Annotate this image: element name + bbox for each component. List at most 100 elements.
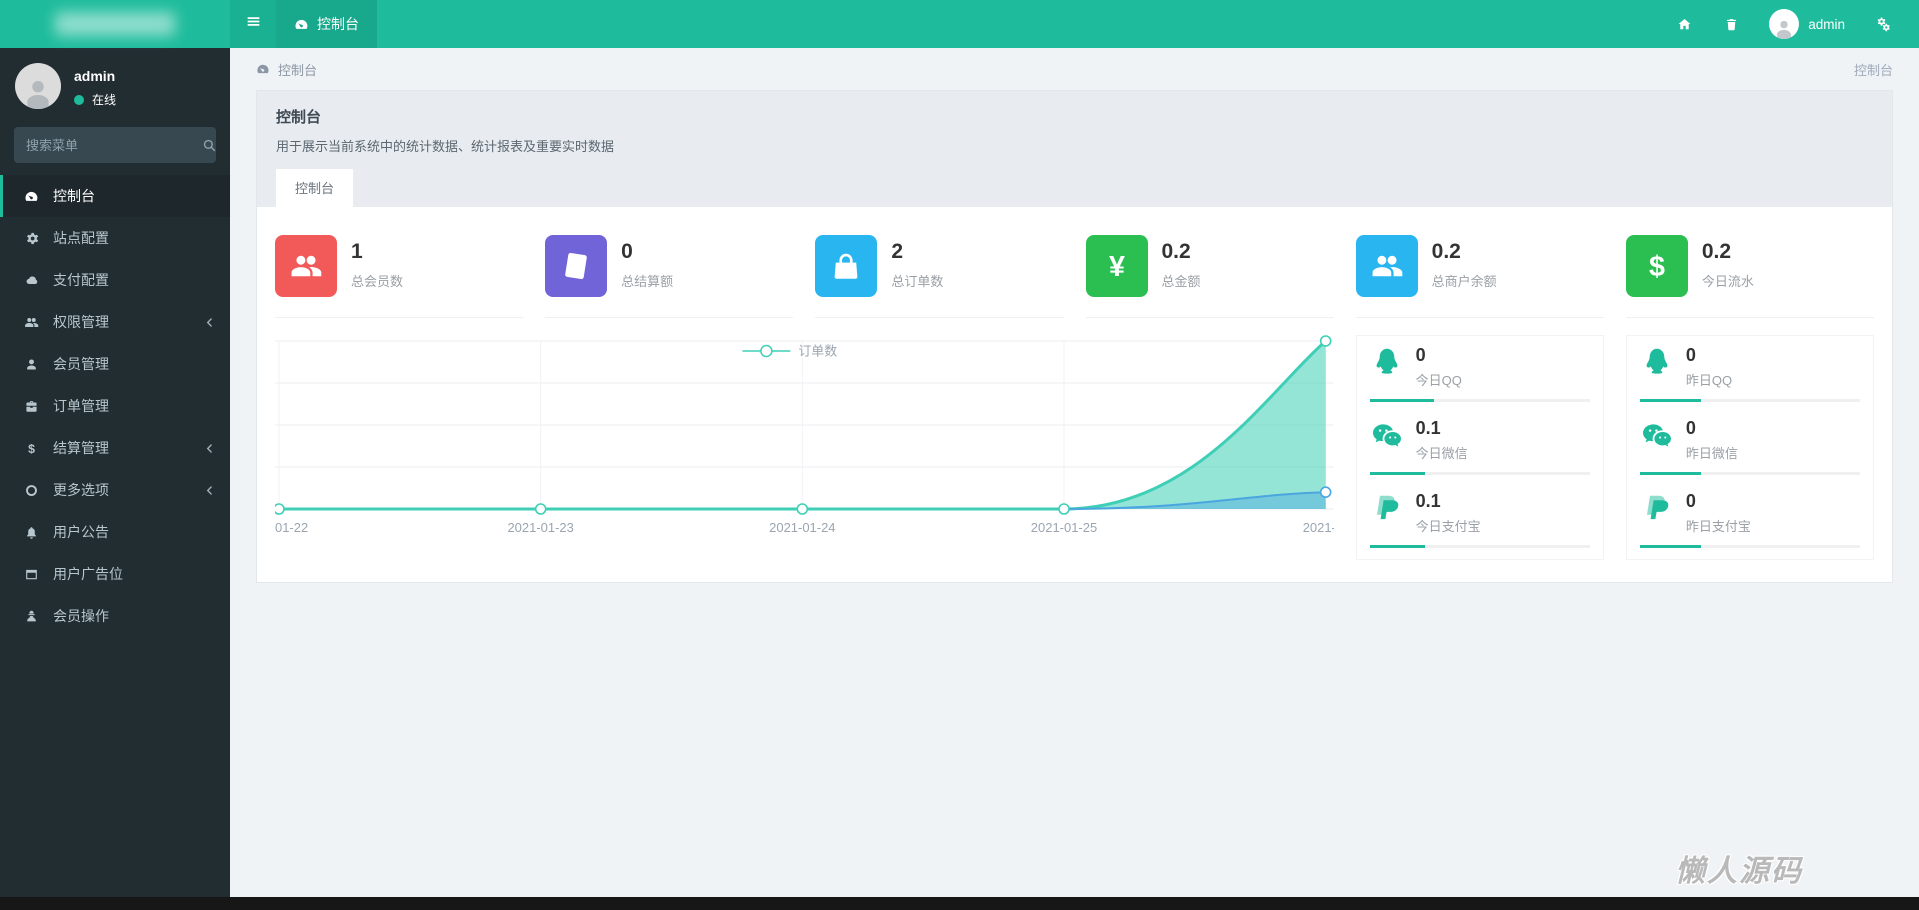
stat-card-total-settlement: 0 总结算额 <box>545 235 794 318</box>
stat-card-merchant-balance: 0.2 总商户余额 <box>1355 235 1604 318</box>
breadcrumb: 控制台 控制台 <box>230 48 1919 90</box>
sidebar-item-site-config[interactable]: 站点配置 <box>0 217 230 259</box>
sidebar-item-label: 权限管理 <box>53 314 109 330</box>
stat-card-total-amount: ¥0.2 总金额 <box>1085 235 1334 318</box>
users-icon <box>1355 235 1418 297</box>
svg-text:2021-01-25: 2021-01-25 <box>1031 520 1097 535</box>
breadcrumb-item-console[interactable]: 控制台 <box>278 60 317 79</box>
chart-svg: 订单数 01-22 2021-01-23 2021-01-24 2021-01-25 20… <box>275 335 1334 535</box>
wechat-icon <box>1640 418 1674 452</box>
mini-stat-value: 0 <box>1685 491 1696 511</box>
progress-bar <box>1639 399 1860 402</box>
today-stats-panel: 0 今日QQ 0.1 今日微信 0.1 今日支付宝 <box>1355 335 1604 560</box>
bell-icon <box>22 525 41 540</box>
stat-card-total-orders: 2 总订单数 <box>815 235 1064 318</box>
sidebar-item-label: 会员管理 <box>53 356 109 372</box>
trash-icon <box>1724 17 1739 32</box>
mini-stat-label: 昨日QQ <box>1685 373 1733 388</box>
sidebar-item-pay-config[interactable]: 支付配置 <box>0 259 230 301</box>
book-icon <box>545 235 608 297</box>
progress-bar <box>1639 472 1860 475</box>
progress-bar <box>1369 472 1590 475</box>
stat-label: 今日流水 <box>1701 274 1754 289</box>
yen-icon: ¥ <box>1085 235 1148 297</box>
qq-icon <box>1640 345 1674 379</box>
sidebar-item-orders[interactable]: 订单管理 <box>0 385 230 427</box>
stat-value: 0 <box>621 240 633 263</box>
watermark: 懒人源码 <box>1675 855 1803 888</box>
avatar <box>1769 9 1800 39</box>
sidebar-item-user-notice[interactable]: 用户公告 <box>0 511 230 553</box>
mini-stat-value: 0 <box>1685 345 1696 365</box>
sidebar-item-settlement[interactable]: $ 结算管理 <box>0 427 230 469</box>
sidebar-user-panel: admin 在线 <box>0 48 230 119</box>
sidebar-item-label: 结算管理 <box>53 440 109 456</box>
svg-text:$: $ <box>1649 251 1665 283</box>
member-ops-icon <box>22 609 41 624</box>
stat-value: 2 <box>891 240 904 263</box>
qq-icon <box>1370 345 1404 379</box>
sidebar-item-user-adspace[interactable]: 用户广告位 <box>0 553 230 595</box>
sidebar-item-label: 用户广告位 <box>53 566 123 582</box>
gauge-icon <box>256 62 270 76</box>
tab-console[interactable]: 控制台 <box>276 169 354 207</box>
stat-card-today-flow: $0.2 今日流水 <box>1625 235 1874 318</box>
search-input[interactable] <box>26 137 202 153</box>
dashboard-panel: 1 总会员数 0 总结算额 2 总订单数 ¥0.2 总金额 0.2 总商户余额 $0.2 今日流水 订… <box>256 207 1893 583</box>
briefcase-icon <box>22 399 41 414</box>
svg-text:2021-01-24: 2021-01-24 <box>769 520 835 535</box>
users-icon <box>22 315 41 330</box>
mini-stat-value: 0 <box>1685 418 1696 438</box>
sidebar-item-label: 订单管理 <box>53 398 109 414</box>
sidebar-item-member-ops[interactable]: 会员操作 <box>0 595 230 637</box>
user-menu[interactable]: admin <box>1755 9 1859 39</box>
stat-label: 总结算额 <box>621 274 674 289</box>
mini-stat-yesterday-qq: 0 昨日QQ <box>1639 340 1860 402</box>
stat-label: 总金额 <box>1161 274 1201 289</box>
search-icon[interactable] <box>202 138 217 153</box>
menu-search-box <box>14 127 216 163</box>
orders-chart[interactable]: 订单数 01-22 2021-01-23 2021-01-24 2021-01-25 20… <box>275 335 1334 560</box>
sidebar-item-console[interactable]: 控制台 <box>0 175 230 217</box>
tab-strip: 控制台 <box>276 169 1873 207</box>
mini-stat-value: 0 <box>1415 345 1426 365</box>
yesterday-stats-panel: 0 昨日QQ 0 昨日微信 0 昨日支付宝 <box>1625 335 1874 560</box>
sidebar-item-permissions[interactable]: 权限管理 <box>0 301 230 343</box>
alipay-icon <box>1370 491 1404 525</box>
trash-button[interactable] <box>1708 0 1755 48</box>
user-icon <box>22 357 41 372</box>
wechat-icon <box>1370 418 1404 452</box>
page-header: 控制台 用于展示当前系统中的统计数据、统计报表及重要实时数据 控制台 <box>256 90 1893 207</box>
home-button[interactable] <box>1661 0 1708 48</box>
dollar-big-icon: $ <box>1625 235 1688 297</box>
home-icon <box>1677 17 1692 32</box>
settings-button[interactable] <box>1859 0 1907 48</box>
online-dot <box>74 94 84 105</box>
sidebar-user-status: 在线 <box>74 91 116 108</box>
avatar <box>15 63 61 109</box>
topbar-right: admin <box>1661 0 1919 48</box>
sidebar-item-members[interactable]: 会员管理 <box>0 343 230 385</box>
mini-stat-today-qq: 0 今日QQ <box>1369 340 1590 402</box>
sidebar-toggle-button[interactable] <box>230 0 276 48</box>
menu-icon <box>245 13 262 35</box>
sidebar-item-label: 控制台 <box>53 188 95 204</box>
mini-stat-label: 昨日支付宝 <box>1685 519 1751 534</box>
gauge-icon <box>294 17 309 32</box>
page-title: 控制台 <box>276 109 322 126</box>
topbar-tab-console[interactable]: 控制台 <box>276 0 377 48</box>
sidebar-item-label: 会员操作 <box>53 608 109 624</box>
angle-left-icon <box>203 484 216 497</box>
sidebar: admin 在线 控制台站点配置支付配置权限管理会员管理订单管理 $ 结算管理更多选… <box>0 48 230 910</box>
stat-card-total-members: 1 总会员数 <box>275 235 524 318</box>
cogs-icon <box>1875 16 1891 32</box>
sidebar-item-more-options[interactable]: 更多选项 <box>0 469 230 511</box>
progress-bar <box>1369 399 1590 402</box>
app-logo[interactable] <box>0 0 230 48</box>
breadcrumb-right-label: 控制台 <box>1853 62 1893 78</box>
bottom-bar <box>0 897 1919 910</box>
sidebar-menu: 控制台站点配置 支付配置权限管理会员管理订单管理 $ 结算管理 更多选项 用户公告用户广告… <box>0 175 230 637</box>
mini-stat-label: 昨日微信 <box>1685 446 1738 461</box>
bag-icon <box>815 235 878 297</box>
svg-text:订单数: 订单数 <box>798 343 837 358</box>
